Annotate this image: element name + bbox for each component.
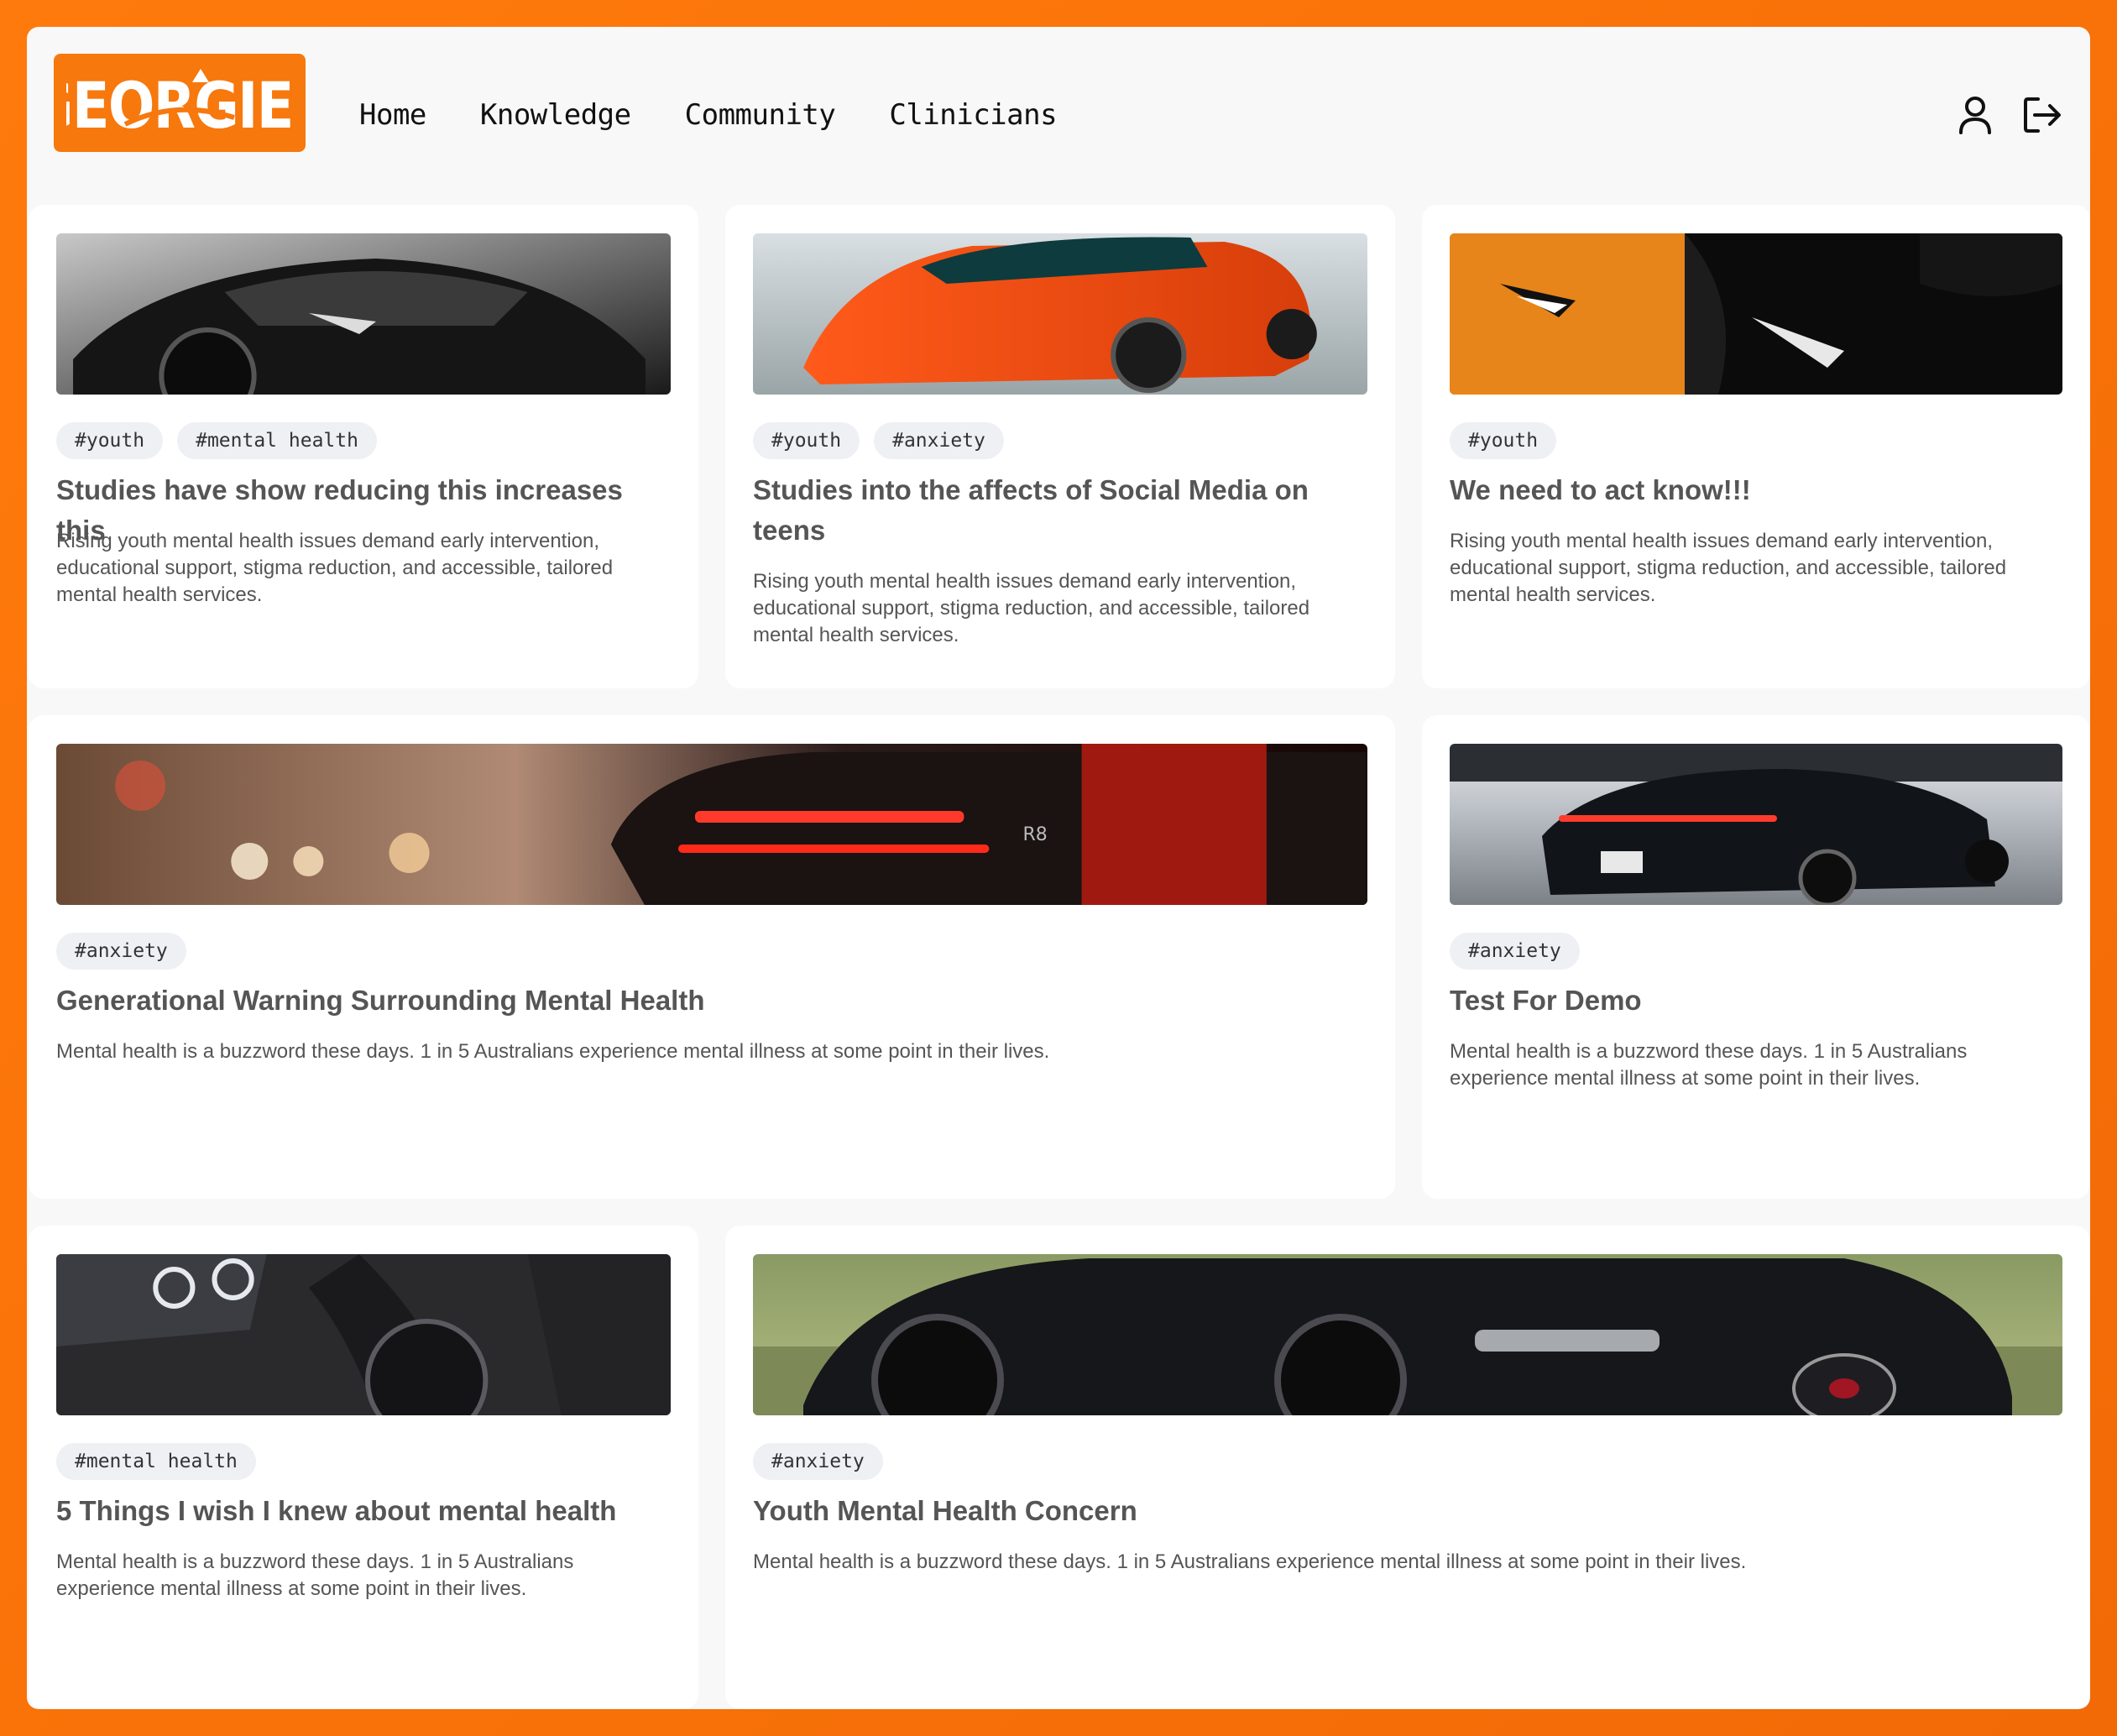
nav-knowledge[interactable]: Knowledge: [480, 98, 631, 132]
article-image: [1450, 233, 2062, 395]
nav-community[interactable]: Community: [685, 98, 836, 132]
article-image: [753, 1254, 2062, 1415]
article-summary: Mental health is a buzzword these days. …: [1450, 1040, 1968, 1090]
tag-chip[interactable]: #anxiety: [1450, 933, 1580, 970]
article-title[interactable]: Test For Demo: [1450, 980, 2062, 1021]
tag-list: #mental health: [56, 1443, 256, 1480]
header-actions: [1954, 94, 2063, 136]
logout-icon: [2024, 97, 2061, 133]
article-title[interactable]: Studies into the affects of Social Media…: [753, 470, 1367, 551]
article-title[interactable]: We need to act know!!!: [1450, 470, 2062, 510]
article-summary: Rising youth mental health issues demand…: [56, 530, 614, 606]
article-image: [753, 233, 1367, 395]
tag-chip[interactable]: #youth: [56, 422, 164, 459]
article-image: R8: [56, 744, 1367, 905]
article-card[interactable]: #youth #mental health Studies have show …: [29, 205, 698, 688]
tag-chip[interactable]: #youth: [753, 422, 860, 459]
article-title[interactable]: 5 Things I wish I knew about mental heal…: [56, 1491, 671, 1531]
svg-text:R8: R8: [1022, 824, 1047, 845]
article-image: [56, 233, 671, 395]
app-window: GEORGIES Home Knowledge Community Clinic…: [27, 27, 2090, 1709]
article-card[interactable]: #youth #anxiety Studies into the affects…: [725, 205, 1395, 688]
header: GEORGIES Home Knowledge Community Clinic…: [27, 27, 2090, 203]
tag-list: #anxiety: [56, 933, 186, 970]
tag-list: #anxiety: [753, 1443, 883, 1480]
article-title[interactable]: Generational Warning Surrounding Mental …: [56, 980, 1367, 1021]
article-summary: Rising youth mental health issues demand…: [1450, 530, 2007, 606]
article-summary: Mental health is a buzzword these days. …: [56, 1550, 574, 1600]
nav-home[interactable]: Home: [359, 98, 426, 132]
article-card[interactable]: R8 #anxiety Generational Warning Surroun…: [29, 715, 1395, 1199]
tag-chip[interactable]: #youth: [1450, 422, 1557, 459]
tag-list: #anxiety: [1450, 933, 1580, 970]
article-title[interactable]: Youth Mental Health Concern: [753, 1491, 2062, 1531]
logo-text: GEORGIES: [66, 68, 293, 141]
tag-chip[interactable]: #anxiety: [874, 422, 1004, 459]
tag-chip[interactable]: #anxiety: [753, 1443, 883, 1480]
logo-wordmark: GEORGIES: [66, 68, 293, 141]
tag-chip[interactable]: #anxiety: [56, 933, 186, 970]
profile-button[interactable]: [1954, 94, 1996, 136]
tag-list: #youth: [1450, 422, 1557, 459]
tag-list: #youth #mental health: [56, 422, 377, 459]
article-image: [1450, 744, 2062, 905]
tag-chip[interactable]: #mental health: [177, 422, 377, 459]
article-summary: Rising youth mental health issues demand…: [753, 570, 1310, 646]
tag-chip[interactable]: #mental health: [56, 1443, 256, 1480]
logout-button[interactable]: [2021, 94, 2063, 136]
article-card[interactable]: #mental health 5 Things I wish I knew ab…: [29, 1226, 698, 1709]
article-summary: Mental health is a buzzword these days. …: [753, 1550, 1747, 1573]
article-card[interactable]: #anxiety Youth Mental Health Concern Men…: [725, 1226, 2090, 1709]
tag-list: #youth #anxiety: [753, 422, 1004, 459]
nav-clinicians[interactable]: Clinicians: [889, 98, 1057, 132]
main-nav: Home Knowledge Community Clinicians: [359, 98, 1058, 132]
user-icon: [1959, 97, 1991, 134]
article-card[interactable]: #anxiety Test For Demo Mental health is …: [1422, 715, 2090, 1199]
logo[interactable]: GEORGIES: [54, 54, 306, 152]
article-card[interactable]: #youth We need to act know!!! Rising you…: [1422, 205, 2090, 688]
article-summary: Mental health is a buzzword these days. …: [56, 1040, 1050, 1063]
article-image: [56, 1254, 671, 1415]
